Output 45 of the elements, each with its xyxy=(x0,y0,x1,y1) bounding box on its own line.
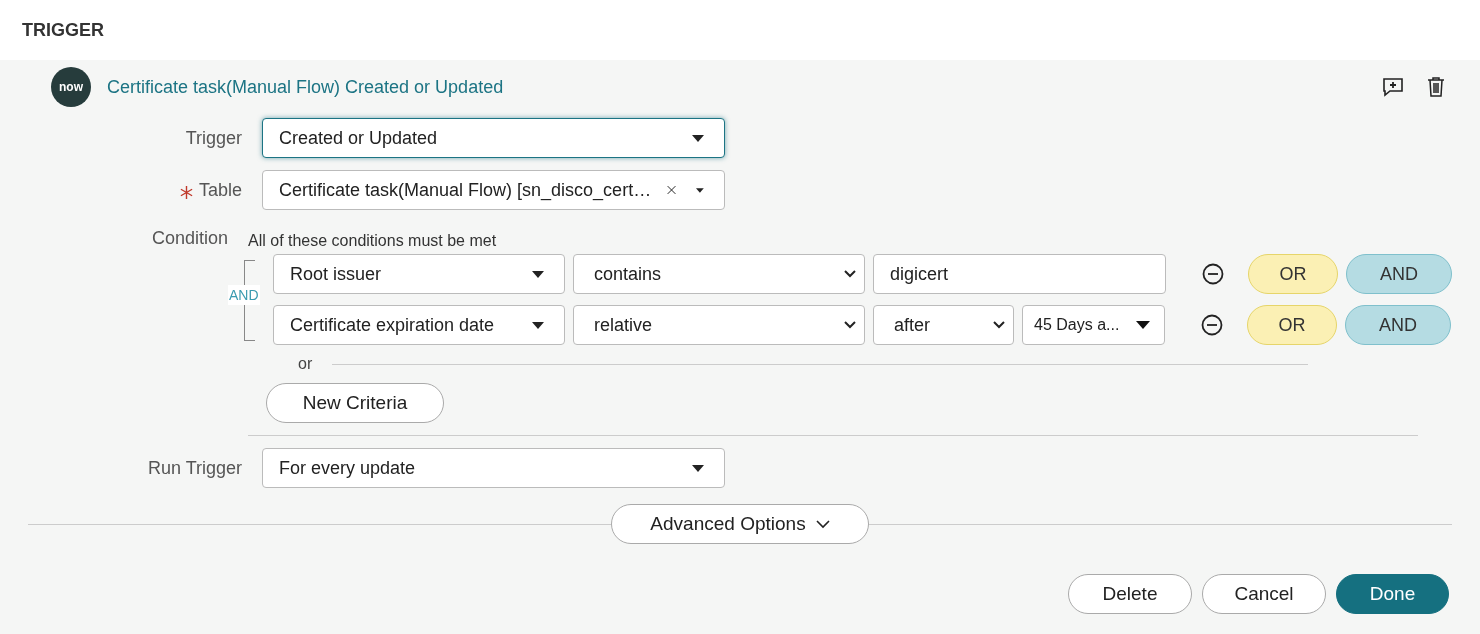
add-comment-icon[interactable] xyxy=(1382,77,1404,97)
dropdown[interactable]: Certificate task(Manual Flow) [sn_disco_cert… xyxy=(262,170,725,210)
caret-icon xyxy=(696,186,704,194)
remove-icon[interactable] xyxy=(1201,314,1223,336)
value-input[interactable]: digicert xyxy=(873,254,1166,294)
value-dropdown[interactable]: 45 Days a... xyxy=(1022,305,1165,345)
and-button[interactable]: AND xyxy=(1346,254,1452,294)
field-label: Trigger xyxy=(185,127,242,149)
field-label: Condition xyxy=(151,228,228,249)
chevron-icon xyxy=(993,321,1005,329)
section-title: TRIGGER xyxy=(22,19,104,41)
caret-icon xyxy=(532,321,544,329)
chevron-icon xyxy=(844,321,856,329)
caret-icon xyxy=(692,464,704,472)
or-separator: or xyxy=(298,355,313,373)
operator-select[interactable]: contains xyxy=(573,254,865,294)
secondary-button[interactable]: Delete xyxy=(1068,574,1192,614)
operator-select[interactable]: relative xyxy=(573,305,865,345)
advanced-options-button[interactable]: Advanced Options xyxy=(611,504,869,544)
dropdown[interactable]: For every update xyxy=(262,448,725,488)
caret-icon xyxy=(692,134,704,142)
or-button[interactable]: OR xyxy=(1247,305,1337,345)
caret-icon xyxy=(532,270,544,278)
done-button[interactable]: Done xyxy=(1336,574,1449,614)
secondary-button[interactable]: Cancel xyxy=(1202,574,1326,614)
remove-icon[interactable] xyxy=(1202,263,1224,285)
chevron-icon xyxy=(844,270,856,278)
value-select[interactable]: after xyxy=(873,305,1014,345)
field-label: Table xyxy=(198,179,242,201)
required-icon xyxy=(179,186,193,199)
caret-icon xyxy=(1136,321,1150,329)
clear-icon[interactable] xyxy=(667,183,677,197)
condition-hint: All of these conditions must be met xyxy=(248,232,498,250)
new-criteria-button[interactable]: New Criteria xyxy=(266,383,444,423)
trigger-title[interactable]: Certificate task(Manual Flow) Created or Updated xyxy=(107,76,504,98)
trash-icon[interactable] xyxy=(1426,76,1446,98)
and-button[interactable]: AND xyxy=(1345,305,1451,345)
dropdown[interactable]: Created or Updated xyxy=(262,118,725,158)
or-button[interactable]: OR xyxy=(1248,254,1338,294)
chevron-icon xyxy=(815,519,830,529)
field-dropdown[interactable]: Certificate expiration date xyxy=(273,305,565,345)
field-dropdown[interactable]: Root issuer xyxy=(273,254,565,294)
logo-icon: now xyxy=(51,67,91,107)
field-label: Run Trigger xyxy=(147,457,242,479)
and-label: AND xyxy=(228,285,260,305)
